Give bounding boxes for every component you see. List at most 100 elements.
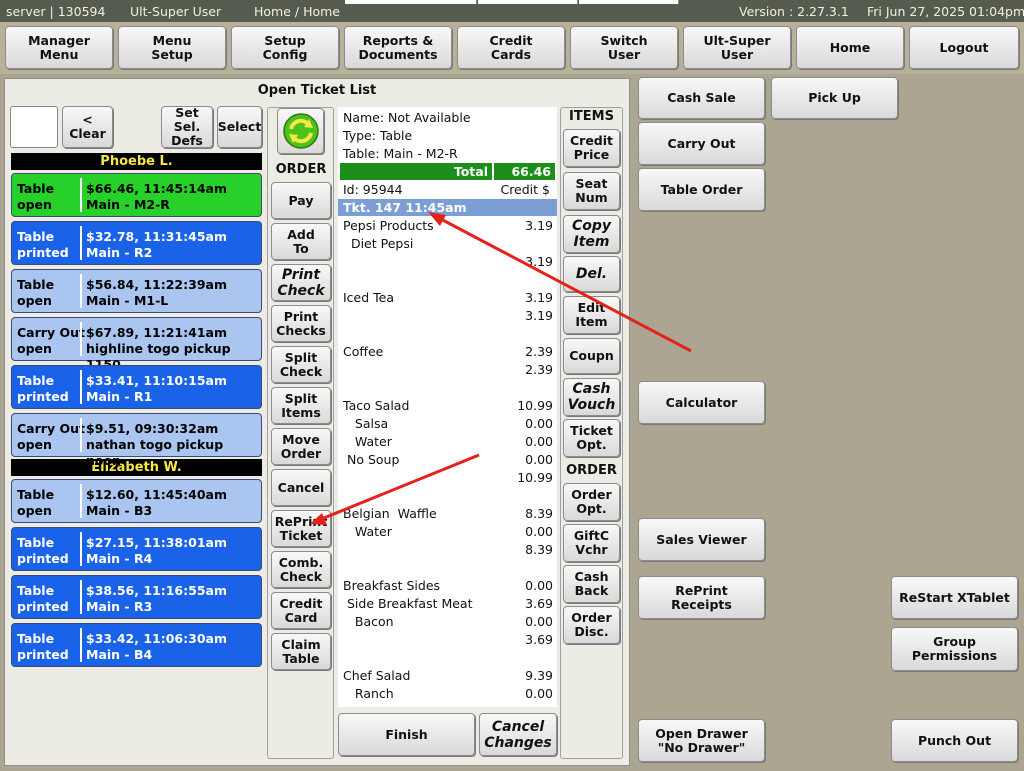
receipt-line-amount: 8.39 (525, 542, 553, 557)
ticket-item[interactable]: Table open $56.84, 11:22:39am Main - M1-L (11, 269, 262, 313)
select-button[interactable]: Select (217, 106, 262, 148)
receipt-line-amount: 10.99 (517, 398, 553, 413)
ticket-type: Table printed (17, 535, 69, 566)
copy-item-button[interactable]: Copy Item (563, 215, 620, 253)
reprint-receipts-button[interactable]: RePrint Receipts (638, 576, 765, 619)
order-options-button[interactable]: Order Opt. (563, 483, 620, 521)
receipt-name: Name: Not Available (343, 110, 471, 125)
ticket-receipt: Name: Not Available Type: Table Table: M… (338, 107, 557, 707)
ticket-item[interactable]: Carry Out open $67.89, 11:21:41am highlin… (11, 317, 262, 372)
panel-title: Open Ticket List (257, 83, 377, 98)
switch-user-button[interactable]: Switch User (570, 26, 678, 69)
ticket-item[interactable]: Table open $12.60, 11:45:40am Main - B3 (11, 479, 262, 523)
ticket-type: Carry Out open (17, 325, 85, 356)
total-value-box: 66.46 (494, 163, 555, 180)
ticket-item[interactable]: Table printed $32.78, 11:31:45am Main - R… (11, 221, 262, 265)
ticket-divider (80, 628, 82, 662)
receipt-line-text: Iced Tea (343, 290, 395, 305)
add-to-button[interactable]: Add To (271, 223, 331, 260)
ticket-type: Carry Out open (17, 421, 85, 452)
coupon-button[interactable]: Coupn (563, 338, 620, 374)
finish-button[interactable]: Finish (338, 713, 475, 756)
cancel-button[interactable]: Cancel (271, 469, 331, 506)
total-label: Total (453, 164, 488, 179)
move-order-button[interactable]: Move Order (271, 428, 331, 465)
ticket-type: Table printed (17, 583, 69, 614)
edit-item-button[interactable]: Edit Item (563, 296, 620, 334)
total-value: 66.46 (511, 164, 551, 179)
cancel-changes-button[interactable]: Cancel Changes (479, 713, 557, 756)
order-discount-button[interactable]: Order Disc. (563, 606, 620, 644)
table-order-button[interactable]: Table Order (638, 168, 765, 211)
receipt-table: Table: Main - M2-R (343, 146, 458, 161)
claim-table-button[interactable]: Claim Table (271, 633, 331, 670)
reprint-ticket-button[interactable]: RePrint Ticket (271, 510, 331, 547)
comb-check-button[interactable]: Comb. Check (271, 551, 331, 588)
menu-setup-button[interactable]: Menu Setup (118, 26, 226, 69)
ticket-item[interactable]: Carry Out open $9.51, 09:30:32am nathan t… (11, 413, 262, 468)
ticket-divider (80, 322, 82, 356)
receipt-line-amount: 0.00 (525, 524, 553, 539)
ticket-options-button[interactable]: Ticket Opt. (563, 419, 620, 457)
receipt-line-amount: 3.19 (525, 308, 553, 323)
calculator-button[interactable]: Calculator (638, 381, 765, 424)
print-checks-button[interactable]: Print Checks (271, 305, 331, 342)
credit-cards-button[interactable]: Credit Cards (457, 26, 565, 69)
cash-voucher-button[interactable]: Cash Vouch (563, 378, 620, 416)
sales-viewer-button[interactable]: Sales Viewer (638, 518, 765, 561)
total-bar: Total (340, 163, 492, 180)
ticket-info: $12.60, 11:45:40am Main - B3 (86, 487, 227, 518)
refresh-button[interactable] (277, 108, 324, 154)
logout-button[interactable]: Logout (909, 26, 1019, 69)
seat-num-button[interactable]: Seat Num (563, 172, 620, 210)
credit-price-button[interactable]: Credit Price (563, 129, 620, 167)
gift-voucher-button[interactable]: GiftC Vchr (563, 524, 620, 562)
ticket-item[interactable]: Table printed $38.56, 11:16:55am Main - R… (11, 575, 262, 619)
pick-up-button[interactable]: Pick Up (771, 77, 898, 119)
ticket-item[interactable]: Table printed $33.41, 11:10:15am Main - R… (11, 365, 262, 409)
reports-documents-button[interactable]: Reports & Documents (344, 26, 452, 69)
ult-super-user-button[interactable]: Ult-Super User (683, 26, 791, 69)
restart-xtablet-button[interactable]: ReStart XTablet (891, 576, 1018, 619)
group-permissions-button[interactable]: Group Permissions (891, 627, 1018, 671)
pay-button[interactable]: Pay (271, 182, 331, 219)
receipt-line-amount: 3.19 (525, 290, 553, 305)
cash-sale-button[interactable]: Cash Sale (638, 77, 765, 119)
server-info: server | 130594 (6, 4, 106, 19)
ticket-item[interactable]: Table printed $33.42, 11:06:30am Main - B… (11, 623, 262, 667)
ticket-divider (80, 532, 82, 566)
open-drawer-button[interactable]: Open Drawer "No Drawer" (638, 719, 765, 762)
credit-card-button[interactable]: Credit Card (271, 592, 331, 629)
carry-out-button[interactable]: Carry Out (638, 122, 765, 165)
split-items-button[interactable]: Split Items (271, 387, 331, 424)
receipt-id: Id: 95944 (343, 182, 403, 197)
print-check-button[interactable]: Print Check (271, 264, 331, 301)
order-label: ORDER (566, 463, 617, 478)
cash-back-button[interactable]: Cash Back (563, 565, 620, 603)
split-check-button[interactable]: Split Check (271, 346, 331, 383)
setup-config-button[interactable]: Setup Config (231, 26, 339, 69)
receipt-line-text: Coffee (343, 344, 384, 359)
receipt-line-text: Belgian Waffle (343, 506, 437, 521)
receipt-line-amount: 0.00 (525, 434, 553, 449)
ticket-search-input[interactable] (10, 106, 58, 148)
ticket-info: $38.56, 11:16:55am Main - R3 (86, 583, 227, 614)
receipt-type: Type: Table (343, 128, 413, 143)
ticket-info: $33.41, 11:10:15am Main - R1 (86, 373, 227, 404)
receipt-line-text: Chef Salad (343, 668, 411, 683)
ticket-item[interactable]: Table printed $27.15, 11:38:01am Main - R… (11, 527, 262, 571)
delete-button[interactable]: Del. (563, 256, 620, 292)
server-header: Phoebe L. (11, 153, 262, 170)
manager-menu-button[interactable]: Manager Menu (5, 26, 113, 69)
clear-button[interactable]: < Clear (62, 106, 113, 148)
set-sel-defs-button[interactable]: Set Sel. Defs (161, 106, 213, 148)
ticket-info: $66.46, 11:45:14am Main - M2-R (86, 181, 227, 212)
receipt-line-amount: 10.99 (517, 470, 553, 485)
punch-out-button[interactable]: Punch Out (891, 719, 1018, 762)
status-segment (478, 0, 578, 4)
ticket-item[interactable]: Table open $66.46, 11:45:14am Main - M2-R (11, 173, 262, 217)
home-button[interactable]: Home (796, 26, 904, 69)
receipt-line-amount: 3.69 (525, 596, 553, 611)
receipt-line-amount: 2.39 (525, 344, 553, 359)
receipt-line-amount: 0.00 (525, 578, 553, 593)
